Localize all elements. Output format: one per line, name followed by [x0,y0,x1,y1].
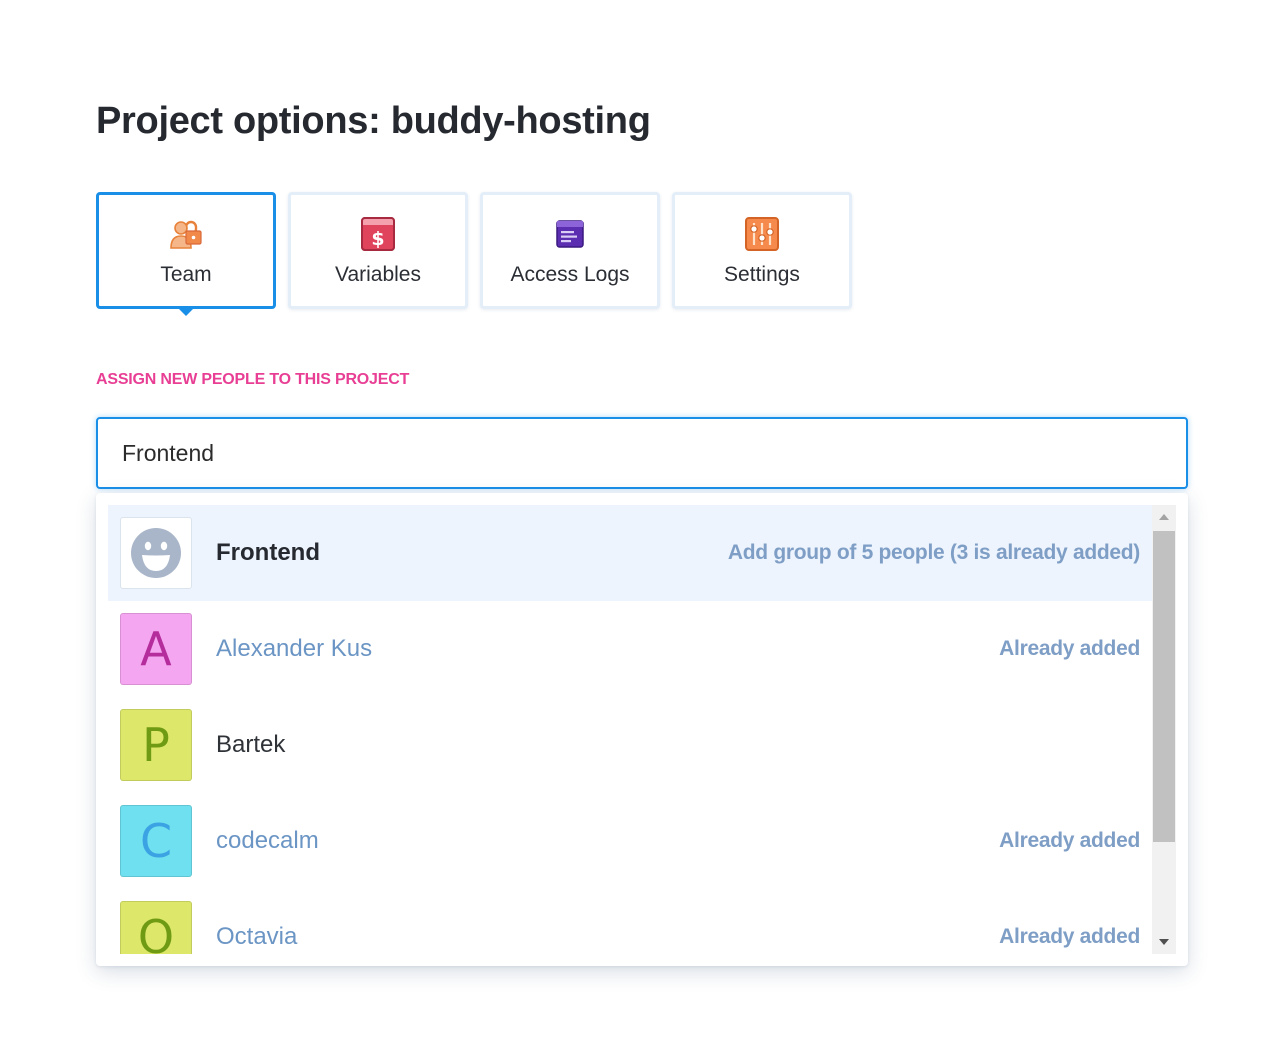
scroll-down-arrow-icon[interactable] [1152,930,1176,954]
user-avatar: P [120,709,192,781]
suggestion-row-user[interactable]: C codecalm Already added [108,793,1152,889]
people-search-input[interactable] [96,417,1188,489]
tab-access-logs[interactable]: Access Logs [480,192,660,309]
team-lock-icon [168,216,204,252]
suggestion-name: Octavia [216,923,298,950]
scroll-up-arrow-icon[interactable] [1152,505,1176,529]
tab-settings[interactable]: Settings [672,192,852,309]
suggestions-list: Frontend Add group of 5 people (3 is alr… [108,505,1152,954]
tab-variables[interactable]: $ Variables [288,192,468,309]
suggestion-status: Already added [999,637,1140,660]
scrollbar-thumb[interactable] [1153,531,1175,842]
log-list-icon [552,216,588,252]
suggestion-name: codecalm [216,827,319,854]
user-avatar: C [120,805,192,877]
suggestion-name: Frontend [216,539,320,566]
dropdown-scrollbar[interactable] [1152,505,1176,954]
page-title: Project options: buddy-hosting [96,100,651,142]
assign-people-heading: ASSIGN NEW PEOPLE TO THIS PROJECT [96,371,410,388]
dollar-icon: $ [360,216,396,252]
tab-variables-label: Variables [335,263,421,286]
svg-text:$: $ [371,228,384,250]
tab-team-label: Team [160,263,212,286]
smiley-face-icon [131,528,181,578]
suggestion-status: Already added [999,925,1140,948]
suggestion-name: Alexander Kus [216,635,373,662]
tab-settings-label: Settings [724,263,800,286]
project-options-tabs: Team $ Variables Access Logs Settings [96,192,864,316]
tab-access-logs-label: Access Logs [510,263,630,286]
suggestion-status: Already added [999,829,1140,852]
user-avatar: O [120,901,192,954]
group-avatar [120,517,192,589]
suggestion-name: Bartek [216,731,286,758]
user-avatar: A [120,613,192,685]
suggestion-status: Add group of 5 people (3 is already adde… [727,541,1140,564]
suggestion-row-user[interactable]: A Alexander Kus Already added [108,601,1152,697]
suggestion-row-user[interactable]: O Octavia Already added [108,889,1152,954]
suggestion-row-user[interactable]: P Bartek [108,697,1152,793]
tab-team[interactable]: Team [96,192,276,316]
people-suggestions-dropdown: Frontend Add group of 5 people (3 is alr… [96,493,1188,966]
suggestion-row-frontend-group[interactable]: Frontend Add group of 5 people (3 is alr… [108,505,1152,601]
sliders-icon [744,216,780,252]
